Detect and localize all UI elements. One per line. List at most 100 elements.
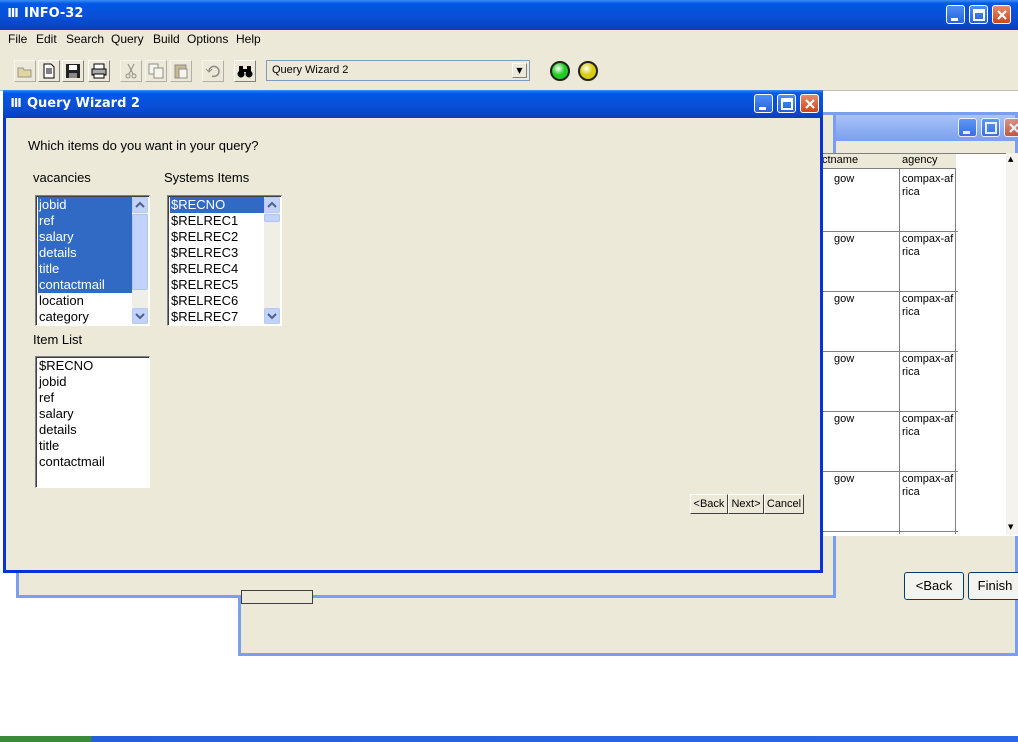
cancel-button[interactable]: Cancel <box>764 494 804 514</box>
list-item[interactable]: title <box>38 438 147 454</box>
item-listbox[interactable]: $RECNO jobid ref salary details title co… <box>35 356 150 488</box>
scroll-down-icon[interactable]: ▼ <box>1008 523 1013 531</box>
bg-maximize-button[interactable] <box>981 118 1000 137</box>
undo-icon <box>205 65 220 78</box>
list-item[interactable]: $RELREC4 <box>170 261 265 277</box>
wizard-close-button[interactable] <box>800 94 819 113</box>
list-item[interactable]: $RELREC5 <box>170 277 265 293</box>
bg-close-button[interactable] <box>1004 118 1018 137</box>
scroll-up-icon[interactable] <box>132 197 148 213</box>
list-item[interactable]: details <box>38 245 133 261</box>
list-item[interactable]: $RELREC3 <box>170 245 265 261</box>
systems-items-label: Systems Items <box>164 170 250 185</box>
list-item[interactable]: jobid <box>38 197 133 213</box>
bg-finish-button[interactable]: Finish <box>968 572 1018 600</box>
query-select-value: Query Wizard 2 <box>272 64 349 76</box>
menu-help[interactable]: Help <box>236 32 261 46</box>
next-button[interactable]: Next> <box>728 494 764 514</box>
close-icon <box>1009 123 1018 133</box>
list-item[interactable]: $RECNO <box>170 197 265 213</box>
menu-edit[interactable]: Edit <box>36 32 57 46</box>
list-item[interactable]: $RELREC7 <box>170 309 265 325</box>
list-item[interactable]: $RECNO <box>38 358 147 374</box>
paste-button[interactable] <box>170 60 192 82</box>
list-item[interactable]: category <box>38 309 133 325</box>
grid-cell: rica <box>902 306 920 318</box>
list-item[interactable]: ref <box>38 390 147 406</box>
systems-items-listbox[interactable]: $RECNO $RELREC1 $RELREC2 $RELREC3 $RELRE… <box>167 195 282 326</box>
list-item[interactable]: contactmail <box>38 277 133 293</box>
grid-row-divider <box>820 231 958 232</box>
query-select[interactable]: Query Wizard 2 ▼ <box>266 60 530 81</box>
undo-button[interactable] <box>202 60 224 82</box>
back-button[interactable]: <Back <box>690 494 728 514</box>
grid-cell: compax-af <box>902 233 954 245</box>
vacancies-scrollbar[interactable] <box>132 197 148 324</box>
open-button[interactable] <box>14 60 36 82</box>
item-list-label: Item List <box>33 332 83 347</box>
menu-bar: File Edit Search Query Build Options Hel… <box>0 30 1018 50</box>
grid-scrollbar[interactable]: ▲ ▼ <box>1006 153 1018 535</box>
save-button[interactable] <box>62 60 84 82</box>
find-binoculars-icon <box>237 66 253 78</box>
scroll-down-icon[interactable] <box>264 308 280 324</box>
grid-header-ctname[interactable]: ctname <box>820 154 900 169</box>
scroll-thumb[interactable] <box>264 214 280 222</box>
list-item[interactable]: contactmail <box>38 454 147 470</box>
grid-cell: gow <box>834 233 855 245</box>
toolbar: Query Wizard 2 ▼ <box>0 50 1018 91</box>
close-icon <box>805 99 815 109</box>
systems-scrollbar[interactable] <box>264 197 280 324</box>
app-title: INFO-32 <box>24 6 84 21</box>
list-item[interactable]: jobid <box>38 374 147 390</box>
bg-back-button[interactable]: <Back <box>904 572 964 600</box>
scroll-up-icon[interactable] <box>264 197 280 213</box>
grid-header-agency[interactable]: agency <box>900 154 956 169</box>
print-icon <box>91 63 107 79</box>
list-item[interactable]: details <box>38 422 147 438</box>
maximize-button[interactable] <box>969 5 988 24</box>
list-item[interactable]: salary <box>38 406 147 422</box>
main-title-bar[interactable]: Ⅲ INFO-32 <box>0 0 1018 30</box>
list-item[interactable]: salary <box>38 229 133 245</box>
grid-cell: rica <box>902 366 920 378</box>
menu-file[interactable]: File <box>8 32 27 46</box>
grid-cell: gow <box>834 173 855 185</box>
wizard-title-bar[interactable]: Ⅲ Query Wizard 2 <box>3 90 823 118</box>
grid-cell: rica <box>902 426 920 438</box>
bg-minimize-button[interactable] <box>958 118 977 137</box>
find-button[interactable] <box>234 60 256 82</box>
green-status-light <box>550 61 570 81</box>
list-item[interactable]: $RELREC2 <box>170 229 265 245</box>
grid-cell: gow <box>834 413 855 425</box>
save-disk-icon <box>66 64 80 78</box>
list-item[interactable]: ref <box>38 213 133 229</box>
wizard-title: Query Wizard 2 <box>27 96 140 111</box>
scroll-thumb[interactable] <box>132 214 148 290</box>
data-grid[interactable]: ctname agency gow compax-af rica gow com… <box>820 153 1018 536</box>
vacancies-listbox[interactable]: jobid ref salary details title contactma… <box>35 195 150 326</box>
list-item[interactable]: $RELREC1 <box>170 213 265 229</box>
grid-cell: compax-af <box>902 473 954 485</box>
copy-button[interactable] <box>145 60 167 82</box>
list-item[interactable]: location <box>38 293 133 309</box>
new-button[interactable] <box>38 60 60 82</box>
scroll-up-icon[interactable]: ▲ <box>1008 155 1013 163</box>
print-button[interactable] <box>88 60 110 82</box>
menu-build[interactable]: Build <box>153 32 180 46</box>
menu-options[interactable]: Options <box>187 32 228 46</box>
list-item[interactable]: title <box>38 261 133 277</box>
cut-button[interactable] <box>120 60 142 82</box>
open-folder-icon <box>17 67 32 78</box>
close-button[interactable] <box>992 5 1011 24</box>
wizard-minimize-button[interactable] <box>754 94 773 113</box>
dropdown-arrow-icon[interactable]: ▼ <box>512 63 527 78</box>
minimize-icon <box>951 18 958 21</box>
background-button[interactable] <box>241 590 313 604</box>
menu-query[interactable]: Query <box>111 32 144 46</box>
scroll-down-icon[interactable] <box>132 308 148 324</box>
menu-search[interactable]: Search <box>66 32 104 46</box>
minimize-button[interactable] <box>946 5 965 24</box>
list-item[interactable]: $RELREC6 <box>170 293 265 309</box>
wizard-maximize-button[interactable] <box>777 94 796 113</box>
